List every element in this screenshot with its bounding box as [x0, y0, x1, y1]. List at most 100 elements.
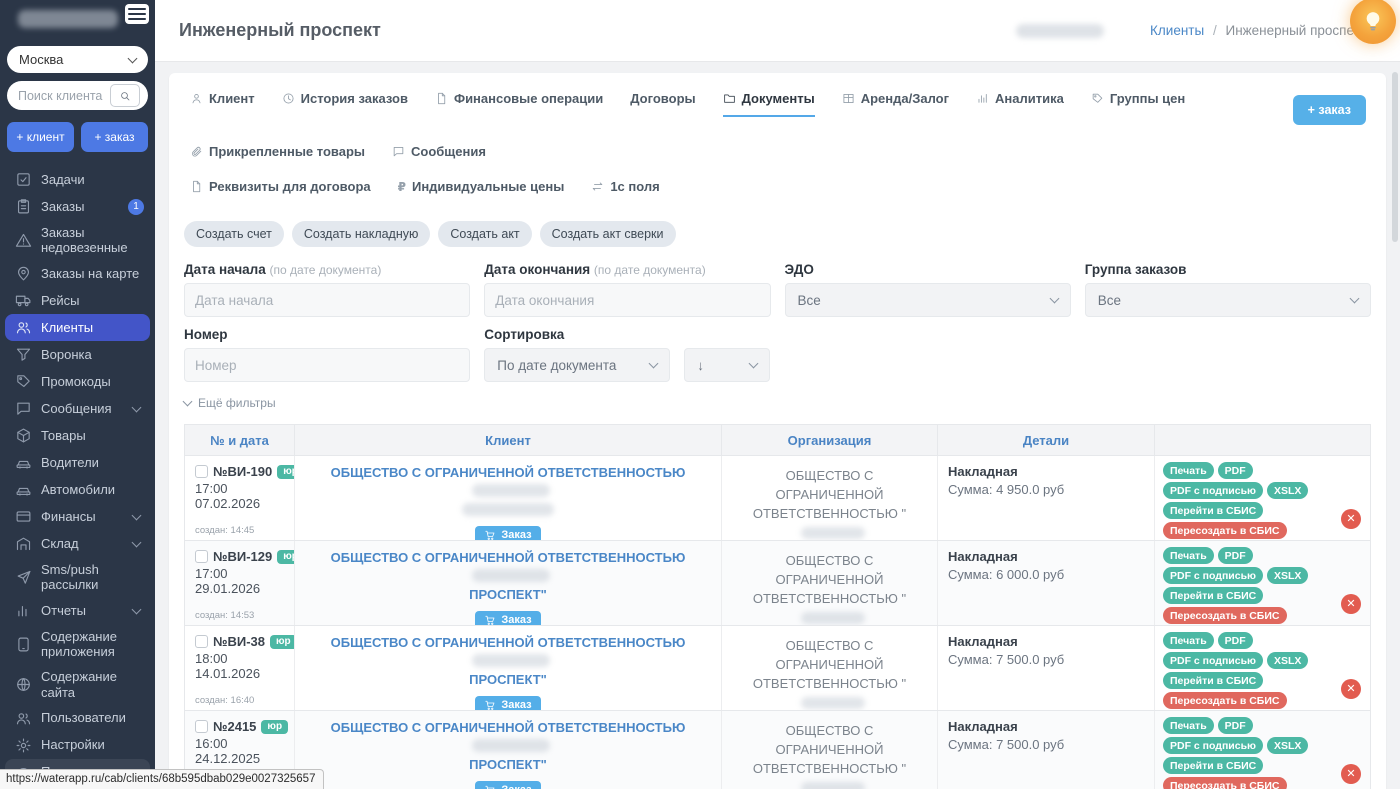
delete-document-button[interactable]: [1341, 509, 1361, 529]
goto-sbis-badge[interactable]: Перейти в СБИС: [1163, 672, 1263, 689]
sidebar-item-clients[interactable]: Клиенты: [5, 314, 150, 341]
pdf-badge[interactable]: PDF: [1218, 547, 1253, 564]
print-badge[interactable]: Печать: [1163, 717, 1214, 734]
xslx-badge[interactable]: XSLX: [1267, 737, 1308, 754]
goto-sbis-badge[interactable]: Перейти в СБИС: [1163, 502, 1263, 519]
order-badge[interactable]: Заказ: [475, 696, 540, 710]
sidebar-item-funnel[interactable]: Воронка: [5, 341, 150, 368]
sidebar-item-users[interactable]: Пользователи: [5, 705, 150, 732]
tasks-icon: [14, 171, 32, 189]
order-badge[interactable]: Заказ: [475, 526, 540, 540]
sidebar-item-tasks[interactable]: Задачи: [5, 166, 150, 193]
sidebar-item-sms-push[interactable]: Sms/push рассылки: [5, 557, 150, 597]
pdf-badge[interactable]: PDF: [1218, 632, 1253, 649]
tab-financial-operations[interactable]: Финансовые операции: [435, 91, 603, 117]
client-link[interactable]: ОБЩЕСТВО С ОГРАНИЧЕННОЙ ОТВЕТСТВЕННОСТЬЮ: [331, 550, 686, 565]
order-badge[interactable]: Заказ: [475, 781, 540, 789]
sidebar-item-orders-undelivered[interactable]: Заказы недовезенные: [5, 220, 150, 260]
more-filters-toggle[interactable]: Ещё фильтры: [184, 396, 1371, 410]
print-badge[interactable]: Печать: [1163, 547, 1214, 564]
client-search-input[interactable]: [18, 89, 110, 103]
recreate-sbis-badge[interactable]: Пересоздать в СБИС: [1163, 522, 1287, 539]
sidebar-item-promocodes[interactable]: Промокоды: [5, 368, 150, 395]
search-button[interactable]: [110, 84, 140, 107]
pdf-badge[interactable]: PDF: [1218, 717, 1253, 734]
pdf-signed-badge[interactable]: PDF с подписью: [1163, 652, 1263, 669]
pdf-signed-badge[interactable]: PDF с подписью: [1163, 737, 1263, 754]
tab-price-groups[interactable]: Группы цен: [1091, 91, 1185, 117]
tab-order-history[interactable]: История заказов: [282, 91, 408, 117]
client-link-line2[interactable]: ПРОСПЕКТ": [469, 587, 547, 602]
add-client-button[interactable]: + клиент: [7, 122, 74, 152]
pdf-badge[interactable]: PDF: [1218, 462, 1253, 479]
recreate-sbis-badge[interactable]: Пересоздать в СБИС: [1163, 607, 1287, 624]
sidebar-item-site-content[interactable]: Содержание сайта: [5, 665, 150, 705]
create-invoice-chip[interactable]: Создать счет: [184, 221, 284, 247]
sidebar-item-finance[interactable]: Финансы: [5, 503, 150, 530]
sidebar-item-trips[interactable]: Рейсы: [5, 287, 150, 314]
breadcrumb-current: Инженерный проспе: [1225, 23, 1354, 38]
tab-individual-prices[interactable]: ₽ Индивидуальные цены: [398, 179, 565, 205]
sort-field-select[interactable]: По дате документа: [484, 348, 670, 382]
client-link[interactable]: ОБЩЕСТВО С ОГРАНИЧЕННОЙ ОТВЕТСТВЕННОСТЬЮ: [331, 465, 686, 480]
sidebar-item-goods[interactable]: Товары: [5, 422, 150, 449]
sidebar-item-reports[interactable]: Отчеты: [5, 597, 150, 624]
scrollbar-thumb[interactable]: [1392, 72, 1398, 242]
xslx-badge[interactable]: XSLX: [1267, 567, 1308, 584]
client-link-line2[interactable]: ПРОСПЕКТ": [469, 672, 547, 687]
sort-direction-select[interactable]: ↓: [684, 348, 770, 382]
pdf-signed-badge[interactable]: PDF с подписью: [1163, 567, 1263, 584]
menu-toggle-button[interactable]: [125, 4, 149, 24]
tab-analytics[interactable]: Аналитика: [976, 91, 1064, 117]
edo-select[interactable]: Все: [785, 283, 1071, 317]
sidebar-item-messages[interactable]: Сообщения: [5, 395, 150, 422]
create-act-chip[interactable]: Создать акт: [438, 221, 531, 247]
print-badge[interactable]: Печать: [1163, 462, 1214, 479]
city-select[interactable]: Москва: [7, 46, 148, 73]
row-checkbox[interactable]: [195, 635, 208, 648]
client-link-line2[interactable]: ПРОСПЕКТ": [469, 757, 547, 772]
tab-rent-deposit[interactable]: Аренда/Залог: [842, 91, 949, 117]
tab-documents[interactable]: Документы: [723, 91, 815, 117]
recreate-sbis-badge[interactable]: Пересоздать в СБИС: [1163, 777, 1287, 789]
sidebar-item-app-content[interactable]: Содержание приложения: [5, 624, 150, 664]
sidebar-item-cars[interactable]: Автомобили: [5, 476, 150, 503]
goto-sbis-badge[interactable]: Перейти в СБИС: [1163, 587, 1263, 604]
sidebar-item-drivers[interactable]: Водители: [5, 449, 150, 476]
pdf-signed-badge[interactable]: PDF с подписью: [1163, 482, 1263, 499]
goto-sbis-badge[interactable]: Перейти в СБИС: [1163, 757, 1263, 774]
row-checkbox[interactable]: [195, 550, 208, 563]
sidebar-item-settings[interactable]: Настройки: [5, 732, 150, 759]
tab-contracts[interactable]: Договоры: [630, 91, 695, 117]
tab-client[interactable]: Клиент: [190, 91, 255, 117]
delete-document-button[interactable]: [1341, 679, 1361, 699]
delete-document-button[interactable]: [1341, 594, 1361, 614]
create-waybill-chip[interactable]: Создать накладную: [292, 221, 431, 247]
sidebar-item-orders[interactable]: Заказы 1: [5, 193, 150, 220]
tab-1c-fields[interactable]: 1с поля: [591, 179, 659, 205]
add-order-button[interactable]: + заказ: [81, 122, 148, 152]
tab-attached-goods[interactable]: Прикрепленные товары: [190, 144, 365, 170]
order-group-select[interactable]: Все: [1085, 283, 1371, 317]
client-link[interactable]: ОБЩЕСТВО С ОГРАНИЧЕННОЙ ОТВЕТСТВЕННОСТЬЮ: [331, 720, 686, 735]
client-link[interactable]: ОБЩЕСТВО С ОГРАНИЧЕННОЙ ОТВЕТСТВЕННОСТЬЮ: [331, 635, 686, 650]
xslx-badge[interactable]: XSLX: [1267, 482, 1308, 499]
number-input[interactable]: [184, 348, 470, 382]
scrollbar[interactable]: [1390, 0, 1400, 789]
recreate-sbis-badge[interactable]: Пересоздать в СБИС: [1163, 692, 1287, 709]
delete-document-button[interactable]: [1341, 764, 1361, 784]
order-badge[interactable]: Заказ: [475, 611, 540, 625]
tab-messages[interactable]: Сообщения: [392, 144, 486, 170]
row-checkbox[interactable]: [195, 465, 208, 478]
date-end-input[interactable]: [484, 283, 770, 317]
date-start-input[interactable]: [184, 283, 470, 317]
sidebar-item-warehouse[interactable]: Склад: [5, 530, 150, 557]
xslx-badge[interactable]: XSLX: [1267, 652, 1308, 669]
row-checkbox[interactable]: [195, 720, 208, 733]
breadcrumb-clients-link[interactable]: Клиенты: [1150, 23, 1204, 38]
create-reconciliation-act-chip[interactable]: Создать акт сверки: [540, 221, 676, 247]
sidebar-item-orders-on-map[interactable]: Заказы на карте: [5, 260, 150, 287]
tab-contract-requisites[interactable]: Реквизиты для договора: [190, 179, 371, 205]
new-order-button[interactable]: + заказ: [1293, 95, 1366, 125]
print-badge[interactable]: Печать: [1163, 632, 1214, 649]
